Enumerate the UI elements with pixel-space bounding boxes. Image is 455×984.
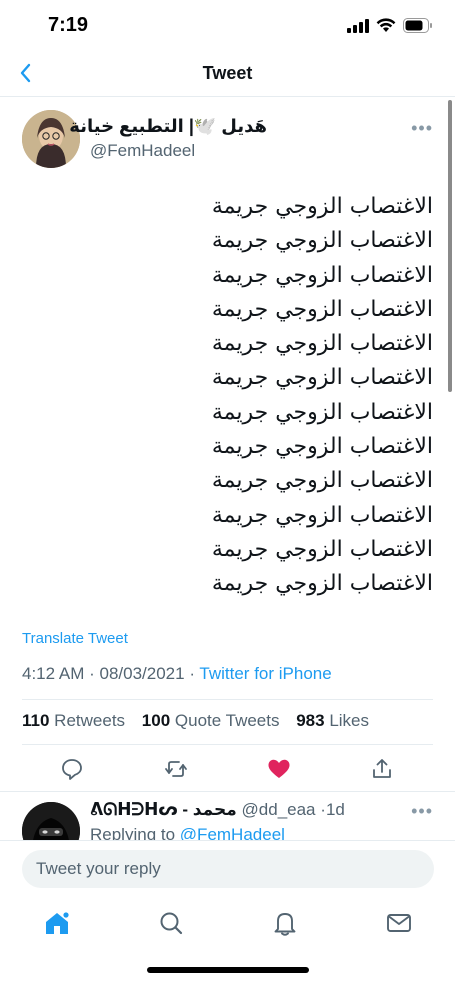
tweet-stats: 110 Retweets 100 Quote Tweets 983 Likes [22, 711, 381, 731]
tweet-date: 08/03/2021 [99, 664, 185, 683]
status-time: 7:19 [48, 14, 89, 36]
author-name[interactable]: هَديل 🕊️| التطبيع خيانة [69, 116, 267, 137]
tweet-actions [0, 752, 455, 786]
reply-icon[interactable] [59, 756, 85, 782]
quote-tweets-label: Quote Tweets [174, 711, 280, 730]
status-bar: 7:19 [0, 0, 455, 52]
tweet-text: الاغتصاب الزوجي جريمة الاغتصاب الزوجي جر… [212, 190, 433, 602]
quote-tweets-count: 100 [141, 711, 171, 730]
tweet-text-line: الاغتصاب الزوجي جريمة [211, 571, 433, 597]
divider [0, 791, 455, 792]
likes-stat[interactable]: 983 Likes [296, 711, 369, 730]
wifi-icon [376, 18, 396, 32]
meta-separator: · [89, 664, 100, 683]
home-indicator[interactable] [147, 967, 309, 973]
tweet-text-line: الاغتصاب الزوجي جريمة [211, 194, 433, 219]
likes-label: Likes [329, 711, 370, 730]
scrollbar[interactable] [448, 100, 452, 392]
share-icon[interactable] [369, 756, 395, 782]
divider [22, 699, 433, 700]
tweet-time: 4:12 AM [22, 664, 85, 683]
reply-age: 1d [325, 800, 345, 819]
retweet-icon[interactable] [163, 756, 189, 782]
quote-tweets-stat[interactable]: 100 Quote Tweets [142, 711, 280, 730]
tweet-meta: 4:12 AM · 08/03/2021 · Twitter for iPhon… [22, 664, 332, 684]
page-title: Tweet [202, 63, 253, 83]
tweet-source-link[interactable]: Twitter for iPhone [199, 664, 331, 683]
tweet-text-line: الاغتصاب الزوجي جريمة [211, 468, 433, 494]
home-icon[interactable] [42, 908, 72, 938]
messages-icon[interactable] [384, 908, 414, 938]
author-handle[interactable]: @FemHadeel [90, 141, 195, 161]
cellular-signal-icon [347, 18, 369, 33]
reply-author-handle[interactable]: @dd_eaa [242, 800, 316, 819]
search-icon[interactable] [156, 908, 186, 938]
meta-separator: · [189, 664, 200, 683]
more-icon[interactable]: ••• [411, 118, 433, 139]
battery-icon [403, 18, 432, 33]
reply-author-name[interactable]: ᕕᘏᕼᕭᕼᔕ - محمد [90, 800, 237, 819]
reply-input[interactable] [22, 850, 434, 888]
tweet-text-line: الاغتصاب الزوجي جريمة [211, 502, 433, 528]
likes-count: 983 [296, 711, 325, 730]
divider [22, 744, 433, 745]
tweet-text-line: الاغتصاب الزوجي جريمة [211, 331, 433, 357]
tweet-text-line: الاغتصاب الزوجي جريمة [211, 434, 433, 460]
tweet-text-line: الاغتصاب الزوجي جريمة [211, 365, 433, 391]
tweet-text-line: الاغتصاب الزوجي جريمة [211, 228, 433, 254]
retweets-label: Retweets [54, 711, 126, 730]
more-icon[interactable]: ••• [411, 801, 433, 822]
status-icons [347, 18, 433, 33]
reply-header: ᕕᘏᕼᕭᕼᔕ - محمد @dd_eaa ·1d [90, 800, 345, 820]
retweets-stat[interactable]: 110 Retweets [22, 711, 125, 730]
heart-filled-icon[interactable] [266, 756, 292, 782]
tweet-text-line: الاغتصاب الزوجي جريمة [211, 536, 433, 562]
retweets-count: 110 [22, 711, 50, 730]
notifications-icon[interactable] [270, 908, 300, 938]
translate-tweet-link[interactable]: Translate Tweet [22, 630, 128, 647]
tweet-text-line: الاغتصاب الزوجي جريمة [211, 262, 433, 288]
tweet-text-line: الاغتصاب الزوجي جريمة [211, 399, 433, 425]
navigation-bar: Tweet [0, 52, 455, 97]
tweet-text-line: الاغتصاب الزوجي جريمة [211, 296, 433, 322]
